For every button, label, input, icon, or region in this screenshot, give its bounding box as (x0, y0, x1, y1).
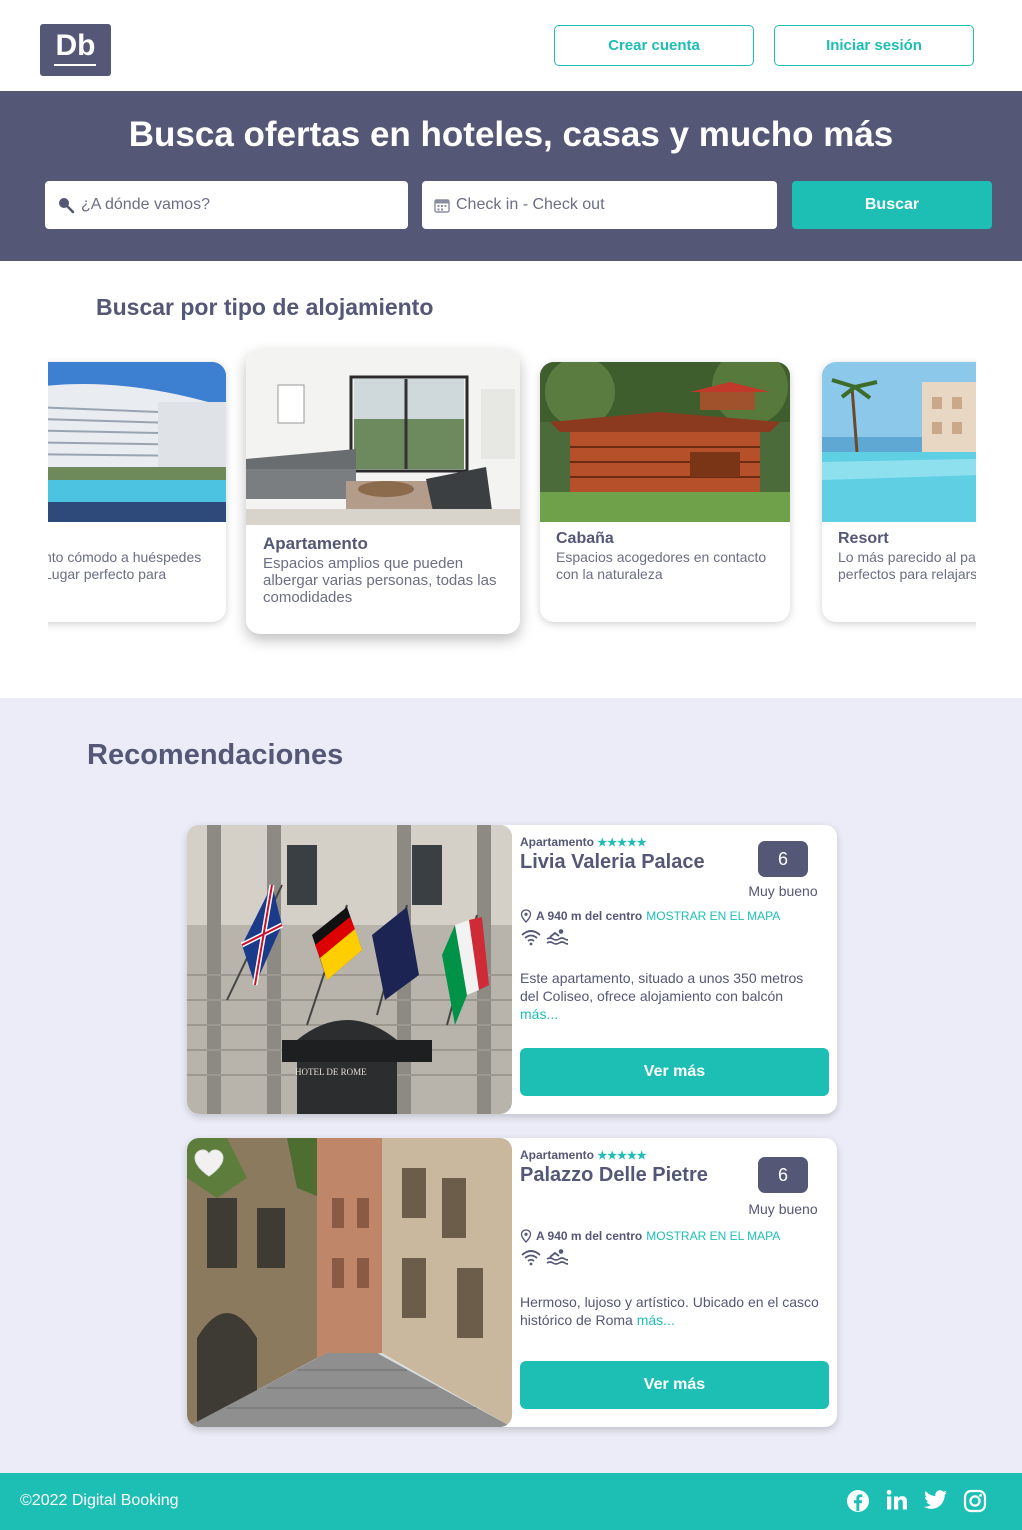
search-icon (59, 198, 75, 214)
apartamento-category-name: Apartamento (263, 534, 368, 553)
create-account-button[interactable]: Crear cuenta (554, 25, 754, 66)
apartamento-category-desc: Espacios amplios que pueden albergar var… (263, 555, 497, 606)
map-link[interactable]: MOSTRAR EN EL MAPA (646, 909, 780, 923)
top-header: Db Crear cuenta Iniciar sesión (0, 0, 1022, 91)
distance-text: A 940 m del centro (536, 1229, 643, 1243)
more-link[interactable]: más... (637, 1312, 675, 1328)
hotel-category-desc-line2: Lugar perfecto para (48, 566, 167, 582)
category-card-cabana[interactable]: Cabaña Espacios acogedores en contacto c… (540, 362, 790, 622)
destination-placeholder: ¿A dónde vamos? (81, 196, 210, 213)
hotel-image[interactable] (187, 1138, 512, 1427)
categories-title: Buscar por tipo de alojamiento (96, 294, 434, 320)
twitter-icon[interactable] (924, 1489, 948, 1511)
hotel-description: Este apartamento, situado a unos 350 met… (520, 969, 825, 1023)
svg-text:HOTEL DE ROME: HOTEL DE ROME (295, 1067, 367, 1077)
location-row: A 940 m del centro MOSTRAR EN EL MAPA (520, 909, 780, 923)
logo-underline (54, 64, 96, 66)
pool-icon (546, 1249, 568, 1265)
linkedin-icon[interactable] (886, 1489, 908, 1511)
calendar-icon (434, 199, 450, 213)
hotel-category-label: Apartamento (520, 835, 595, 849)
category-carousel[interactable]: nto cómodo a huéspedes Lugar perfecto pa… (48, 340, 976, 670)
hotel-card[interactable]: Apartamento ★★★★★ Palazzo Delle Pietre 6… (187, 1138, 837, 1427)
instagram-icon[interactable] (963, 1489, 987, 1513)
hotel-category-image (48, 362, 226, 522)
hotel-name: Palazzo Delle Pietre (520, 1164, 708, 1186)
resort-category-desc-line2: perfectos para relajarse (838, 566, 976, 582)
cabana-category-name: Cabaña (556, 530, 614, 547)
heart-favorite-icon[interactable] (193, 1148, 225, 1178)
logo[interactable]: Db (40, 24, 111, 76)
more-link[interactable]: más... (520, 1006, 558, 1022)
dates-input[interactable]: Check in - Check out (422, 181, 777, 229)
dates-placeholder: Check in - Check out (456, 196, 605, 213)
copyright: ©2022 Digital Booking (20, 1492, 179, 1509)
score-badge: 6 (758, 841, 808, 877)
wifi-icon (521, 1250, 541, 1266)
hotel-category-label: Apartamento (520, 1148, 595, 1162)
category-card-apartamento[interactable]: Apartamento Espacios amplios que pueden … (246, 349, 520, 634)
search-hero: Busca ofertas en hoteles, casas y mucho … (0, 91, 1022, 261)
destination-input[interactable]: ¿A dónde vamos? (45, 181, 408, 229)
star-rating: ★★★★★ (597, 1150, 647, 1162)
amenities-row (520, 1248, 568, 1266)
hero-title: Busca ofertas en hoteles, casas y mucho … (128, 115, 894, 154)
distance-text: A 940 m del centro (536, 909, 643, 923)
resort-category-desc-line1: Lo más parecido al par (838, 549, 976, 565)
hotel-category: Apartamento ★★★★★ (520, 1148, 647, 1162)
score-badge: 6 (758, 1157, 808, 1193)
cabana-category-desc: Espacios acogedores en contacto con la n… (556, 549, 767, 582)
amenities-row (520, 928, 568, 946)
logo-text: Db (55, 29, 96, 62)
hotel-description-text: Este apartamento, situado a unos 350 met… (520, 970, 804, 1004)
rating-label: Muy bueno (748, 1201, 818, 1217)
pool-icon (546, 929, 568, 945)
hotel-card[interactable]: HOTEL DE ROME Apartamento ★★★★★ Livia Va… (187, 825, 837, 1114)
hotel-image[interactable]: HOTEL DE ROME (187, 825, 512, 1114)
category-card-hotel[interactable]: nto cómodo a huéspedes Lugar perfecto pa… (48, 362, 226, 622)
hotel-category-desc-line1: nto cómodo a huéspedes (48, 549, 202, 565)
see-more-button[interactable]: Ver más (520, 1048, 829, 1096)
resort-category-image (822, 362, 976, 522)
star-rating: ★★★★★ (597, 837, 647, 849)
search-button[interactable]: Buscar (792, 181, 992, 229)
category-card-resort[interactable]: Resort Lo más parecido al par perfectos … (822, 362, 976, 622)
footer: ©2022 Digital Booking (0, 1473, 1022, 1530)
recommendations-title: Recomendaciones (87, 739, 344, 771)
wifi-icon (521, 930, 541, 946)
location-pin-icon (520, 1229, 532, 1243)
map-link[interactable]: MOSTRAR EN EL MAPA (646, 1229, 780, 1243)
see-more-button[interactable]: Ver más (520, 1361, 829, 1409)
hotel-category: Apartamento ★★★★★ (520, 835, 647, 849)
resort-category-name: Resort (838, 530, 889, 547)
hotel-name: Livia Valeria Palace (520, 851, 705, 873)
facebook-icon[interactable] (846, 1489, 870, 1513)
login-button[interactable]: Iniciar sesión (774, 25, 974, 66)
apartamento-category-image (246, 349, 520, 525)
hotel-description: Hermoso, lujoso y artístico. Ubicado en … (520, 1293, 825, 1329)
location-pin-icon (520, 909, 532, 923)
rating-label: Muy bueno (748, 883, 818, 899)
cabana-category-image (540, 362, 790, 522)
location-row: A 940 m del centro MOSTRAR EN EL MAPA (520, 1229, 780, 1243)
